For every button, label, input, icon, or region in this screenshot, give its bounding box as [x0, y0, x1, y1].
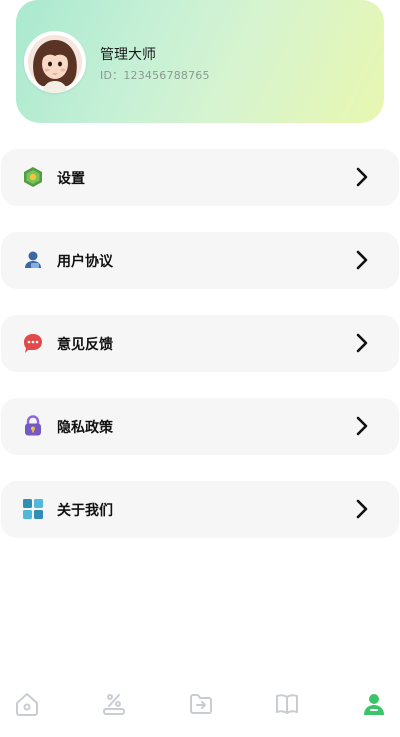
menu-item-label: 意见反馈	[57, 337, 113, 353]
profile-card[interactable]: 管理大师 ID：123456788765	[16, 0, 384, 123]
menu-item-feedback[interactable]: 意见反馈	[1, 315, 399, 372]
menu-item-label: 设置	[57, 171, 85, 187]
menu-list: 设置 用户协议 意见反馈 隐私政策 关于我们	[0, 149, 400, 564]
chevron-right-icon	[356, 499, 368, 519]
grid-blocks-icon	[23, 499, 43, 519]
chevron-right-icon	[356, 250, 368, 270]
home-icon[interactable]	[14, 691, 40, 717]
chevron-right-icon	[356, 416, 368, 436]
bottom-tab-bar	[0, 687, 400, 737]
menu-item-about-us[interactable]: 关于我们	[1, 481, 399, 538]
percent-tag-icon[interactable]	[101, 691, 127, 717]
avatar-girl-icon	[24, 31, 86, 93]
menu-item-privacy-policy[interactable]: 隐私政策	[1, 398, 399, 455]
profile-page: 管理大师 ID：123456788765 设置 用户协议 意见反馈 隐私政策 关…	[0, 0, 400, 737]
chevron-right-icon	[356, 333, 368, 353]
menu-item-settings[interactable]: 设置	[1, 149, 399, 206]
profile-name: 管理大师	[100, 47, 156, 63]
menu-item-label: 隐私政策	[57, 420, 113, 436]
menu-item-label: 用户协议	[57, 254, 113, 270]
settings-hexagon-icon	[24, 167, 42, 187]
folder-import-icon[interactable]	[188, 691, 214, 717]
chevron-right-icon	[356, 167, 368, 187]
open-book-icon[interactable]	[274, 691, 300, 717]
chat-bubble-icon	[24, 334, 42, 353]
profile-id: ID：123456788765	[100, 69, 210, 82]
profile-icon[interactable]	[361, 691, 387, 717]
avatar[interactable]	[24, 31, 86, 93]
menu-item-label: 关于我们	[57, 503, 113, 519]
menu-item-user-agreement[interactable]: 用户协议	[1, 232, 399, 289]
lock-icon	[25, 415, 41, 436]
user-icon	[25, 251, 41, 268]
